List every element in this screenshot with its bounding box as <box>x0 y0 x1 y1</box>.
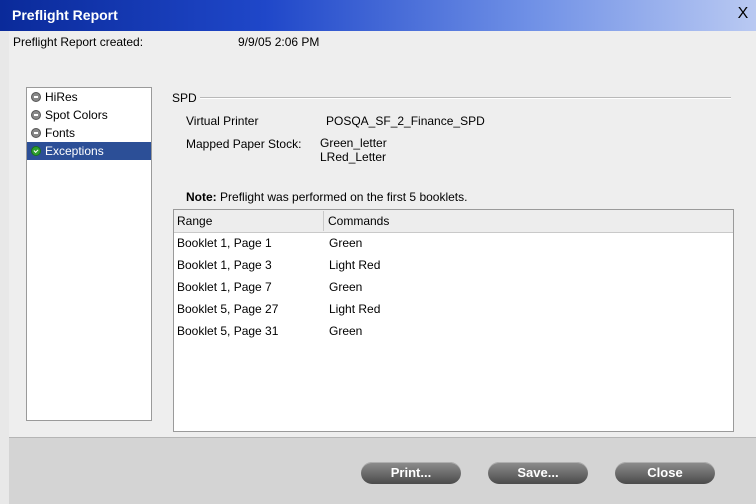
mapped-paper-value: Green_letter <box>320 136 387 150</box>
table-row[interactable]: Booklet 1, Page 7 Green <box>174 276 733 298</box>
check-circle-icon <box>31 146 41 156</box>
category-label: Fonts <box>45 126 76 140</box>
column-header-range[interactable]: Range <box>177 214 212 228</box>
category-item-spot-colors[interactable]: Spot Colors <box>27 106 151 124</box>
close-window-icon[interactable]: X <box>734 4 752 24</box>
section-title: SPD <box>172 91 197 105</box>
category-item-exceptions[interactable]: Exceptions <box>27 142 151 160</box>
virtual-printer-label: Virtual Printer <box>186 114 259 128</box>
created-label: Preflight Report created: <box>13 35 144 49</box>
note-label: Note: <box>186 190 217 204</box>
minus-circle-icon <box>31 128 41 138</box>
range-cell: Booklet 1, Page 1 <box>177 236 272 250</box>
category-list: HiRes Spot Colors Fonts Exceptions <box>26 87 152 421</box>
exceptions-table[interactable]: Range Commands Booklet 1, Page 1 Green B… <box>173 209 734 432</box>
table-row[interactable]: Booklet 1, Page 3 Light Red <box>174 254 733 276</box>
minus-circle-icon <box>31 92 41 102</box>
window-title: Preflight Report <box>12 7 118 23</box>
category-label: Exceptions <box>45 144 104 158</box>
column-header-commands[interactable]: Commands <box>328 214 389 228</box>
category-label: HiRes <box>45 90 78 104</box>
commands-cell: Light Red <box>329 258 381 272</box>
table-row[interactable]: Booklet 1, Page 1 Green <box>174 232 733 254</box>
virtual-printer-value: POSQA_SF_2_Finance_SPD <box>326 114 485 128</box>
commands-cell: Green <box>329 280 363 294</box>
note-text: Note: Preflight was performed on the fir… <box>186 190 467 204</box>
category-label: Spot Colors <box>45 108 108 122</box>
print-button[interactable]: Print... <box>361 462 461 484</box>
button-bar: Print... Save... Close <box>9 437 756 504</box>
range-cell: Booklet 5, Page 31 <box>177 324 279 338</box>
close-button[interactable]: Close <box>615 462 715 484</box>
category-item-fonts[interactable]: Fonts <box>27 124 151 142</box>
range-cell: Booklet 5, Page 27 <box>177 302 279 316</box>
created-value: 9/9/05 2:06 PM <box>238 35 320 49</box>
section-divider <box>200 97 731 98</box>
commands-cell: Light Red <box>329 302 381 316</box>
mapped-paper-value: LRed_Letter <box>320 150 387 164</box>
note-message: Preflight was performed on the first 5 b… <box>220 190 468 204</box>
minus-circle-icon <box>31 110 41 120</box>
table-row[interactable]: Booklet 5, Page 27 Light Red <box>174 298 733 320</box>
title-bar: Preflight Report X <box>0 0 756 31</box>
mapped-paper-label: Mapped Paper Stock: <box>186 137 302 151</box>
commands-cell: Green <box>329 324 363 338</box>
table-row[interactable]: Booklet 5, Page 31 Green <box>174 320 733 342</box>
table-header: Range Commands <box>174 210 733 233</box>
range-cell: Booklet 1, Page 7 <box>177 280 272 294</box>
category-item-hires[interactable]: HiRes <box>27 88 151 106</box>
range-cell: Booklet 1, Page 3 <box>177 258 272 272</box>
column-divider[interactable] <box>323 211 324 231</box>
commands-cell: Green <box>329 236 363 250</box>
save-button[interactable]: Save... <box>488 462 588 484</box>
